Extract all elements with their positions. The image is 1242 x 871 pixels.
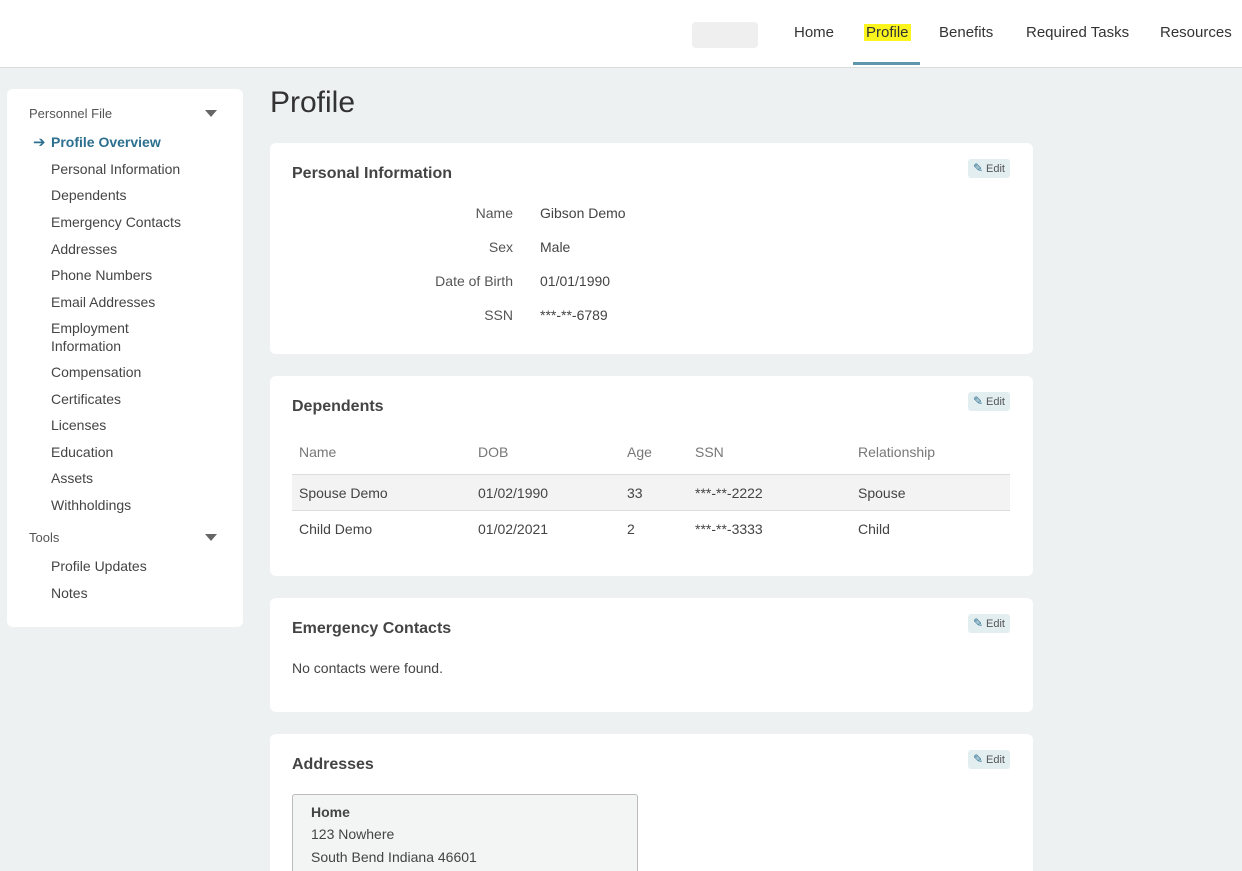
arrow-right-icon: ➔ xyxy=(33,134,46,151)
sidebar-item-assets[interactable]: Assets xyxy=(51,469,93,487)
sidebar-item-certificates[interactable]: Certificates xyxy=(51,390,121,408)
column-header: SSN xyxy=(695,444,724,460)
field-label: Date of Birth xyxy=(435,273,513,289)
sidebar-item-personal-information[interactable]: Personal Information xyxy=(51,160,180,178)
field-label: Sex xyxy=(488,239,513,255)
edit-button[interactable]: ✎ Edit xyxy=(967,392,1010,411)
nav-profile-label: Profile xyxy=(864,24,911,41)
column-header: Name xyxy=(299,444,337,460)
logo-placeholder xyxy=(692,22,758,48)
card-title: Addresses xyxy=(292,756,374,773)
table-cell: Spouse xyxy=(858,485,906,501)
table-row: Spouse Demo 01/02/1990 33 ***-**-2222 Sp… xyxy=(292,474,1010,510)
sidebar-item-employment-information[interactable]: Employment Information xyxy=(51,319,161,355)
chevron-down-icon[interactable] xyxy=(205,110,217,117)
pencil-icon: ✎ xyxy=(972,161,984,175)
chevron-down-icon[interactable] xyxy=(205,534,217,541)
table-cell: 01/02/2021 xyxy=(478,521,549,537)
sidebar-item-profile-updates[interactable]: Profile Updates xyxy=(51,557,147,575)
card-title: Emergency Contacts xyxy=(292,620,452,637)
field-label: Name xyxy=(475,205,513,221)
table-cell: Spouse Demo xyxy=(299,485,388,501)
edit-button[interactable]: ✎ Edit xyxy=(967,750,1010,769)
column-header: Age xyxy=(627,444,652,460)
card-title: Dependents xyxy=(292,398,384,415)
address-line: 123 Nowhere xyxy=(311,826,395,842)
table-header: Name DOB Age SSN Relationship xyxy=(292,438,1010,474)
address-item: Home 123 Nowhere South Bend Indiana 4660… xyxy=(292,794,638,871)
edit-label: Edit xyxy=(986,754,1005,766)
table-cell: Child xyxy=(858,521,890,537)
nav-active-indicator xyxy=(853,62,920,65)
edit-button[interactable]: ✎ Edit xyxy=(967,614,1010,633)
table-cell: ***-**-2222 xyxy=(695,485,763,501)
nav-required-tasks[interactable]: Required Tasks xyxy=(1026,24,1129,41)
column-header: Relationship xyxy=(858,444,936,460)
emergency-contacts-card: Emergency Contacts ✎ Edit No contacts wer… xyxy=(270,598,1033,712)
page-title: Profile xyxy=(270,86,356,119)
sidebar-item-education[interactable]: Education xyxy=(51,443,113,461)
table-cell: Child Demo xyxy=(299,521,373,537)
sidebar-item-phone-numbers[interactable]: Phone Numbers xyxy=(51,266,152,284)
sidebar-item-dependents[interactable]: Dependents xyxy=(51,186,127,204)
pencil-icon: ✎ xyxy=(972,394,984,408)
field-value: Gibson Demo xyxy=(540,205,626,221)
edit-button[interactable]: ✎ Edit xyxy=(967,159,1010,178)
address-type: Home xyxy=(311,804,350,820)
column-header: DOB xyxy=(478,444,509,460)
empty-state-text: No contacts were found. xyxy=(292,660,443,676)
sidebar-item-emergency-contacts[interactable]: Emergency Contacts xyxy=(51,213,181,231)
edit-label: Edit xyxy=(986,618,1005,630)
table-cell: 2 xyxy=(627,521,635,537)
card-title: Personal Information xyxy=(292,165,453,182)
table-row: Child Demo 01/02/2021 2 ***-**-3333 Chil… xyxy=(292,510,1010,546)
dependents-card: Dependents ✎ Edit Name DOB Age SSN Relati… xyxy=(270,376,1033,576)
field-value: ***-**-6789 xyxy=(540,307,608,323)
field-value: 01/01/1990 xyxy=(540,273,611,289)
nav-profile[interactable]: Profile xyxy=(864,24,911,41)
table-cell: ***-**-3333 xyxy=(695,521,763,537)
addresses-card: Addresses ✎ Edit Home 123 Nowhere South B… xyxy=(270,734,1033,871)
sidebar-item-profile-overview[interactable]: Profile Overview xyxy=(51,133,161,151)
table-cell: 01/02/1990 xyxy=(478,485,549,501)
nav-home[interactable]: Home xyxy=(794,24,834,41)
nav-benefits[interactable]: Benefits xyxy=(939,24,993,41)
pencil-icon: ✎ xyxy=(972,752,984,766)
pencil-icon: ✎ xyxy=(972,616,984,630)
sidebar-section-personnel-file[interactable]: Personnel File xyxy=(29,106,112,121)
table-cell: 33 xyxy=(627,485,643,501)
sidebar-item-addresses[interactable]: Addresses xyxy=(51,240,117,258)
dependents-table: Name DOB Age SSN Relationship Spouse Dem… xyxy=(292,438,1010,546)
sidebar-section-tools[interactable]: Tools xyxy=(29,530,59,545)
sidebar-item-withholdings[interactable]: Withholdings xyxy=(51,496,131,514)
field-label: SSN xyxy=(484,307,513,323)
sidebar-item-licenses[interactable]: Licenses xyxy=(51,416,106,434)
sidebar-item-email-addresses[interactable]: Email Addresses xyxy=(51,293,155,311)
edit-label: Edit xyxy=(986,396,1005,408)
address-line: South Bend Indiana 46601 xyxy=(311,849,477,865)
sidebar-item-compensation[interactable]: Compensation xyxy=(51,363,141,381)
nav-resources[interactable]: Resources xyxy=(1160,24,1232,41)
top-navbar: Home Profile Benefits Required Tasks Res… xyxy=(0,0,1242,68)
personal-information-card: Personal Information ✎ Edit Name Gibson D… xyxy=(270,143,1033,354)
edit-label: Edit xyxy=(986,163,1005,175)
sidebar: Personnel File ➔ Profile Overview Person… xyxy=(7,89,243,627)
field-value: Male xyxy=(540,239,571,255)
sidebar-item-notes[interactable]: Notes xyxy=(51,584,88,602)
